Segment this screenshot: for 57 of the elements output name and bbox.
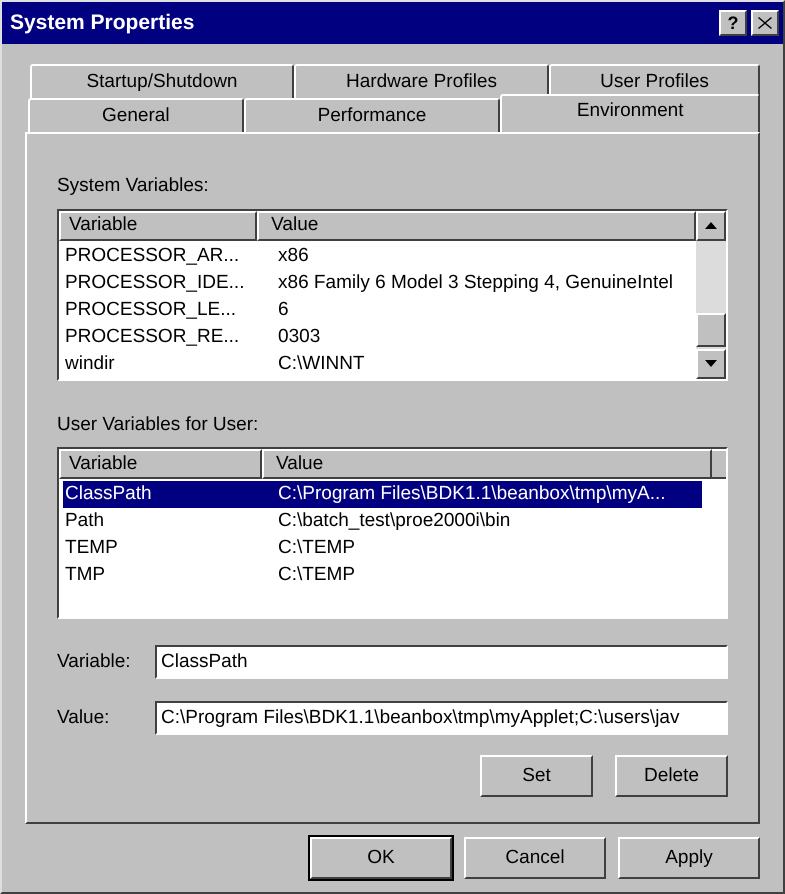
tab[interactable]: Startup/Shutdown <box>30 64 294 98</box>
variable-name: windir <box>64 352 116 376</box>
variable-value: C:\Program Files\BDK1.1\beanbox\tmp\myA... <box>278 482 666 506</box>
edit-button[interactable]: Delete <box>615 755 728 797</box>
list-row[interactable]: Path C:\batch_test\proe2000i\bin <box>63 508 702 535</box>
variable-name: PROCESSOR_AR... <box>64 244 240 268</box>
column-header[interactable]: Variable <box>59 449 262 479</box>
list-row[interactable]: ClassPath C:\Program Files\BDK1.1\beanbox\tmp\myA... <box>63 481 702 508</box>
column-header[interactable]: Value <box>262 449 712 479</box>
variable-name: ClassPath <box>64 482 153 506</box>
dialog-button[interactable]: Apply <box>618 837 760 879</box>
variable-value: C:\TEMP <box>278 536 356 560</box>
list-row[interactable]: PROCESSOR_AR... x86 <box>63 242 694 270</box>
tab[interactable]: Performance <box>244 98 500 132</box>
variable-name: TMP <box>64 563 106 588</box>
edit-button[interactable]: Set <box>480 755 593 797</box>
up-triangle-icon <box>705 222 717 229</box>
list-row[interactable]: PROCESSOR_IDE... x86 Family 6 Model 3 Stepping 4, GenuineIntel <box>63 270 694 296</box>
tab[interactable]: General <box>28 98 244 132</box>
field-label: Variable: <box>57 650 132 674</box>
tab[interactable]: Hardware Profiles <box>294 64 550 98</box>
close-button[interactable] <box>751 10 779 36</box>
section-label: User Variables for User: <box>57 412 260 436</box>
variable-name: TEMP <box>64 536 119 560</box>
list-row[interactable]: PROCESSOR_RE... 0303 <box>63 324 694 350</box>
scroll-up-button[interactable] <box>696 210 726 240</box>
scroll-down-button[interactable] <box>696 348 726 378</box>
dialog-button[interactable]: Cancel <box>464 837 606 879</box>
variable-value: x86 Family 6 Model 3 Stepping 4, GenuineIntel <box>278 270 674 295</box>
tab[interactable]: Environment <box>500 94 760 132</box>
section-label: System Variables: <box>57 174 210 198</box>
field-label: Value: <box>57 706 110 730</box>
list-row[interactable]: TMP C:\TEMP <box>63 562 702 589</box>
window-title: System Properties <box>10 10 196 36</box>
variable-name: Path <box>64 509 106 534</box>
list-row[interactable]: windir C:\WINNT <box>63 350 694 378</box>
list-row[interactable]: TEMP C:\TEMP <box>63 535 702 562</box>
variable-value: C:\TEMP <box>278 563 356 588</box>
variable-name: PROCESSOR_IDE... <box>64 270 246 295</box>
variable-value: x86 <box>278 244 309 268</box>
dialog-button[interactable]: OK <box>310 837 452 879</box>
scroll-thumb[interactable] <box>696 312 726 346</box>
variable-value: C:\batch_test\proe2000i\bin <box>278 509 510 534</box>
variable-value: 6 <box>278 298 289 322</box>
column-header[interactable]: Value <box>257 210 696 240</box>
text-field[interactable]: C:\Program Files\BDK1.1\beanbox\tmp\myApplet;C:\users\jav <box>155 701 728 735</box>
variable-value: 0303 <box>278 324 320 349</box>
help-button[interactable]: ? <box>719 10 747 36</box>
variable-value: C:\WINNT <box>278 352 365 376</box>
variable-name: PROCESSOR_RE... <box>64 324 240 349</box>
close-icon <box>758 17 772 29</box>
variable-name: PROCESSOR_LE... <box>64 298 238 322</box>
list-row[interactable]: PROCESSOR_LE... 6 <box>63 296 694 324</box>
down-triangle-icon <box>705 360 717 367</box>
column-header[interactable]: Variable <box>59 210 258 240</box>
scrollbar[interactable] <box>696 210 726 378</box>
text-field[interactable]: ClassPath <box>155 645 728 679</box>
